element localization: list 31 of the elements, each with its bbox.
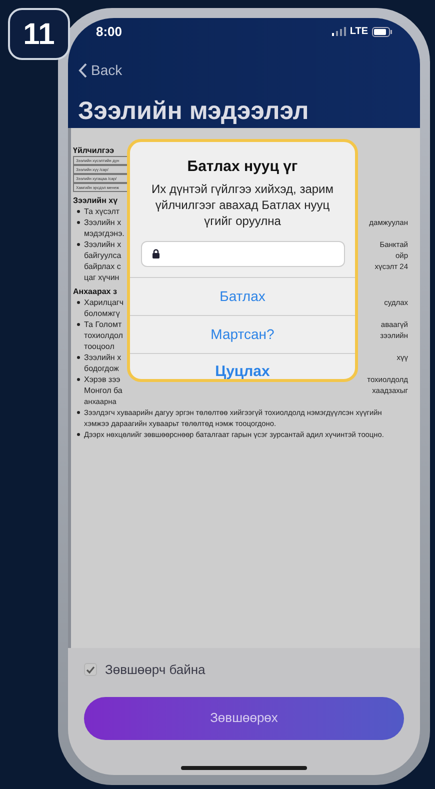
network-label: LTE (350, 25, 368, 40)
submit-button[interactable]: Зөвшөөрөх (84, 696, 404, 740)
dialog-action-button[interactable]: Батлах (130, 276, 355, 314)
document-text: тооцоол (84, 341, 114, 352)
document-text: Хэрэв зээ (84, 374, 120, 385)
document-text: Харилцагч (84, 297, 124, 308)
document-text: байгуулса (84, 250, 122, 261)
document-text: цаг хүчин (84, 272, 120, 283)
document-text: боломжгү (84, 308, 120, 319)
section-heading: Зээлийн хү (73, 195, 118, 206)
document-text: Монгол ба (84, 385, 122, 396)
dialog-message: Их дүнтэй гүйлгээ хийхэд, зарим үйлчилгээг авахад Батлах нууц үгийг оруулна (150, 180, 335, 228)
page-title: Зээлийн мэдээлэл (78, 96, 310, 126)
status-time: 8:00 (96, 23, 122, 41)
document-text: Зээлийн х (84, 239, 122, 250)
dialog-action-button[interactable]: Мартсан? (130, 314, 355, 352)
consent-label: Зөвшөөрч байна (105, 661, 206, 679)
document-text: Та Голомт (84, 319, 122, 330)
document-text: тохиолдол (84, 330, 123, 341)
document-text: Та хүсэлт (84, 206, 120, 217)
document-text: Зээлийн х (84, 217, 122, 228)
document-text: бодогдож (84, 363, 119, 374)
back-button[interactable]: Back (78, 60, 122, 80)
section-heading: Анхаарах з (73, 286, 117, 297)
document-text: байрлах с (84, 261, 121, 272)
document-text: мэдэгдэнэ. (84, 228, 124, 239)
document-text: Зээлийн х (84, 352, 122, 363)
step-badge: 11 (8, 8, 70, 60)
dialog-title: Батлах нууц үг (187, 157, 298, 177)
dialog-action-button[interactable]: Цуцлах (130, 352, 355, 390)
section-heading: Үйлчилгээ (73, 145, 114, 156)
